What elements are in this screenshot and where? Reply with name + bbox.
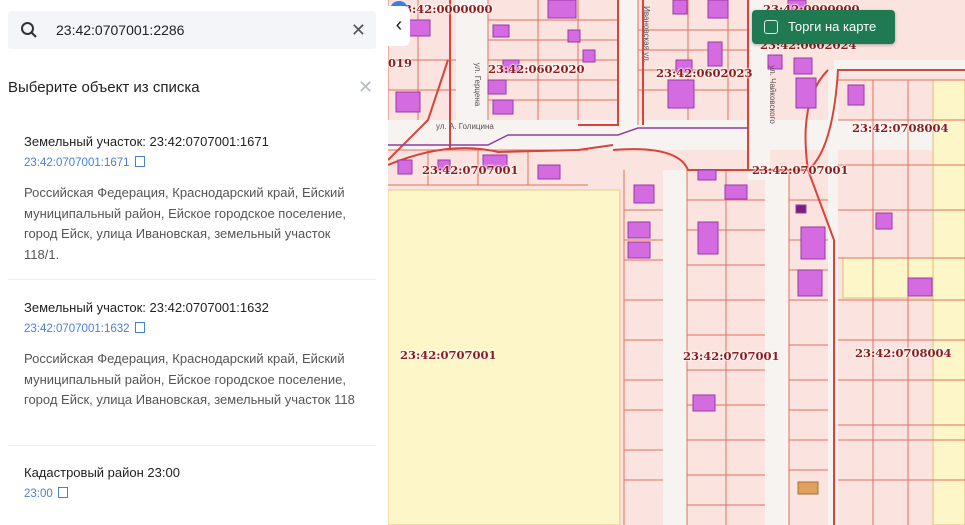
chevron-left-icon: ‹ bbox=[395, 14, 403, 36]
result-title: Кадастровый район 23:00 bbox=[24, 465, 180, 480]
divider bbox=[8, 445, 376, 446]
checkbox[interactable] bbox=[764, 20, 778, 34]
quarter-label: 23:42:0708004 bbox=[852, 121, 949, 135]
cadastral-link[interactable]: 23:00 bbox=[24, 487, 68, 500]
close-icon[interactable]: ✕ bbox=[351, 20, 366, 41]
quarter-label: 019 bbox=[388, 56, 413, 70]
street-label: ул. Герцена bbox=[473, 62, 483, 107]
list-item[interactable]: Земельный участок: 23:42:0707001:1632 23… bbox=[8, 300, 376, 440]
link-text[interactable]: 23:00 bbox=[24, 488, 53, 500]
search-input[interactable]: 23:42:0707001:2286 bbox=[56, 22, 184, 38]
quarter-label: 23:42:0707001 bbox=[400, 348, 497, 362]
result-title: Земельный участок: 23:42:0707001:1632 bbox=[24, 300, 269, 315]
quarter-label: 23:42:0708004 bbox=[855, 346, 952, 360]
link-text[interactable]: 23:42:0707001:1671 bbox=[24, 157, 130, 169]
quarter-label: 23:42:0707001 bbox=[422, 163, 519, 177]
map[interactable]: 23:42:0000000 23:42:0000000 019 23:42:06… bbox=[388, 0, 965, 525]
search-bar[interactable]: 23:42:0707001:2286 ✕ bbox=[8, 11, 376, 49]
link-text[interactable]: 23:42:0707001:1632 bbox=[24, 323, 130, 335]
sidebar: 23:42:0707001:2286 ✕ Выберите объект из … bbox=[0, 0, 388, 525]
copy-icon[interactable] bbox=[134, 156, 145, 167]
copy-icon[interactable] bbox=[57, 487, 68, 498]
result-title: Земельный участок: 23:42:0707001:1671 bbox=[24, 134, 269, 149]
street-label: ул. Чайковского bbox=[767, 65, 777, 124]
collapse-panel-button[interactable]: ‹ bbox=[388, 6, 410, 46]
list-item[interactable]: Земельный участок: 23:42:0707001:1671 23… bbox=[8, 134, 376, 274]
torgi-toggle-button[interactable]: Торги на карте bbox=[752, 10, 895, 44]
quarter-label: 23:42:0707001 bbox=[752, 163, 849, 177]
copy-icon[interactable] bbox=[134, 322, 145, 333]
search-icon bbox=[21, 22, 37, 38]
cadastral-link[interactable]: 23:42:0707001:1632 bbox=[24, 322, 145, 335]
quarter-label: 23:42:0707001 bbox=[683, 349, 780, 363]
result-address: Российская Федерация, Краснодарский край… bbox=[24, 185, 346, 262]
quarter-label: 23:42:0602020 bbox=[488, 62, 585, 76]
torgi-label: Торги на карте bbox=[788, 19, 877, 34]
result-address: Российская Федерация, Краснодарский край… bbox=[24, 351, 355, 407]
street-label: ул. А. Голицина bbox=[436, 122, 494, 131]
quarter-label: 23:42:0602023 bbox=[656, 66, 753, 80]
cadastral-link[interactable]: 23:42:0707001:1671 bbox=[24, 156, 145, 169]
quarter-label: 23:42:0000000 bbox=[396, 2, 493, 16]
list-item[interactable]: Кадастровый район 23:00 23:00 bbox=[8, 465, 376, 515]
street-label: Ивановская ул. bbox=[641, 6, 651, 63]
close-icon[interactable]: ✕ bbox=[358, 77, 373, 98]
panel-title: Выберите объект из списка bbox=[8, 79, 200, 96]
divider bbox=[8, 279, 376, 280]
